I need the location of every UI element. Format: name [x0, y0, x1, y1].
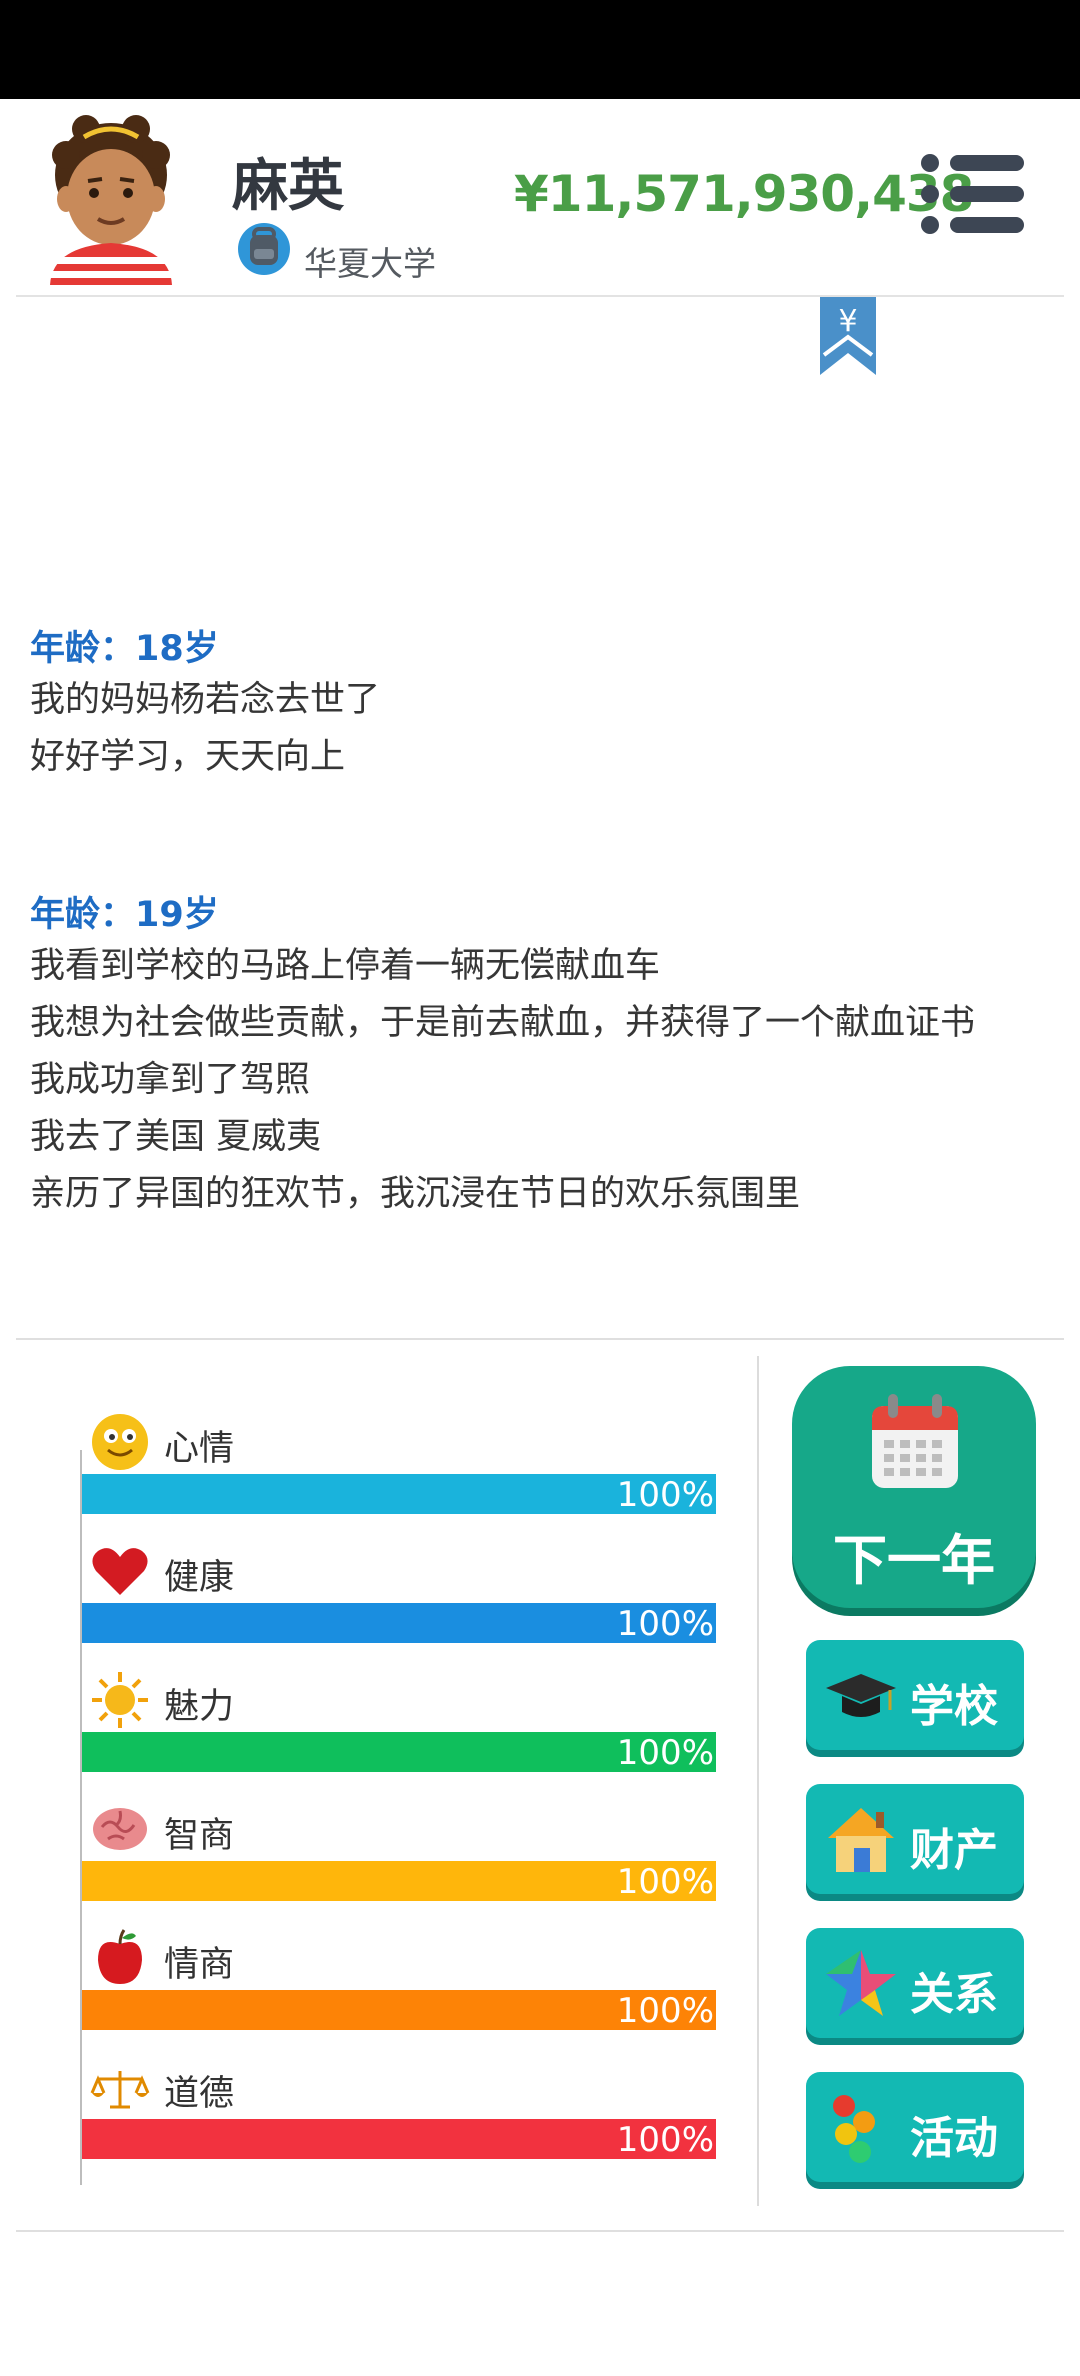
stat-percent: 100% [616, 1733, 714, 1773]
school-bag-icon [238, 223, 290, 275]
school-button[interactable]: 学校 [806, 1640, 1024, 1750]
life-log: 年龄：18岁 我的妈妈杨若念去世了 好好学习，天天向上 年龄：19岁 我看到学校… [30, 620, 1060, 1273]
stat-label: 心情 [164, 1429, 235, 1469]
stat-label: 道德 [164, 2074, 235, 2114]
log-entry: 年龄：18岁 我的妈妈杨若念去世了 好好学习，天天向上 [30, 620, 1060, 778]
status-bar [0, 0, 1080, 99]
section-divider [16, 1338, 1064, 1340]
header-divider [16, 295, 1064, 297]
log-event: 我想为社会做些贡献，于是前去献血，并获得了一个献血证书 [30, 1003, 976, 1043]
sun-icon [92, 1672, 148, 1728]
log-event: 我去了美国 夏威夷 [30, 1117, 322, 1157]
log-event: 我看到学校的马路上停着一辆无偿献血车 [30, 946, 661, 986]
next-year-label: 下一年 [833, 1529, 995, 1592]
assets-button[interactable]: 财产 [806, 1784, 1024, 1894]
stat-percent: 100% [616, 1475, 714, 1515]
school-label: 学校 [910, 1681, 998, 1732]
school-name: 华夏大学 [304, 244, 436, 283]
stat-label: 智商 [164, 1816, 235, 1856]
stat-percent: 100% [616, 2120, 714, 2160]
smiley-icon [92, 1414, 148, 1470]
relations-button[interactable]: 关系 [806, 1928, 1024, 2038]
brain-icon [93, 1808, 147, 1850]
assets-label: 财产 [910, 1825, 998, 1876]
player-name: 麻英 [232, 154, 344, 219]
stat-percent: 100% [616, 1862, 714, 1902]
house-icon [828, 1808, 894, 1872]
log-entry: 年龄：19岁 我看到学校的马路上停着一辆无偿献血车 我想为社会做些贡献，于是前去… [30, 886, 1060, 1215]
activities-icon [833, 2095, 875, 2163]
attribute-panel: 心情 100% 健康 100% 魅力 100% 智商 100% 情商 100% … [0, 1360, 760, 2200]
stat-eq: 情商 100% [82, 1924, 716, 2034]
next-year-button[interactable]: 下一年 [792, 1366, 1036, 1608]
money-balance: ¥11,571,930,438 [514, 165, 974, 223]
calendar-icon [872, 1394, 958, 1488]
stat-health: 健康 100% [82, 1537, 716, 1647]
bottom-divider [16, 2230, 1064, 2232]
stat-label: 情商 [164, 1945, 235, 1985]
profile-header: 麻英 华夏大学 ¥11,571,930,438 [0, 99, 1080, 295]
avatar[interactable] [36, 115, 186, 285]
panel-separator [757, 1356, 759, 2206]
stat-iq: 智商 100% [82, 1795, 716, 1905]
activities-button[interactable]: 活动 [806, 2072, 1024, 2182]
scales-icon [90, 2071, 150, 2109]
relations-label: 关系 [910, 1969, 998, 2020]
age-heading: 年龄：19岁 [30, 895, 219, 935]
star-icon [826, 1950, 896, 2016]
log-event: 好好学习，天天向上 [30, 737, 346, 777]
menu-icon[interactable] [916, 149, 1028, 239]
activities-label: 活动 [910, 2113, 998, 2164]
age-heading: 年龄：18岁 [30, 629, 219, 669]
graduation-cap-icon [826, 1674, 896, 1717]
apple-icon [98, 1929, 142, 1984]
log-event: 我成功拿到了驾照 [30, 1060, 311, 1100]
stat-morality: 道德 100% [82, 2053, 716, 2163]
svg-text:¥: ¥ [838, 304, 857, 339]
stat-percent: 100% [616, 1604, 714, 1644]
log-event: 亲历了异国的狂欢节，我沉浸在节日的欢乐氛围里 [30, 1174, 801, 1214]
stat-label: 健康 [164, 1558, 235, 1598]
stat-percent: 100% [616, 1991, 714, 2031]
stat-mood: 心情 100% [82, 1408, 716, 1518]
heart-icon [92, 1548, 148, 1595]
stat-label: 魅力 [164, 1687, 235, 1727]
money-bookmark-icon[interactable]: ¥ [820, 297, 876, 375]
stat-charm: 魅力 100% [82, 1666, 716, 1776]
log-event: 我的妈妈杨若念去世了 [30, 680, 381, 720]
